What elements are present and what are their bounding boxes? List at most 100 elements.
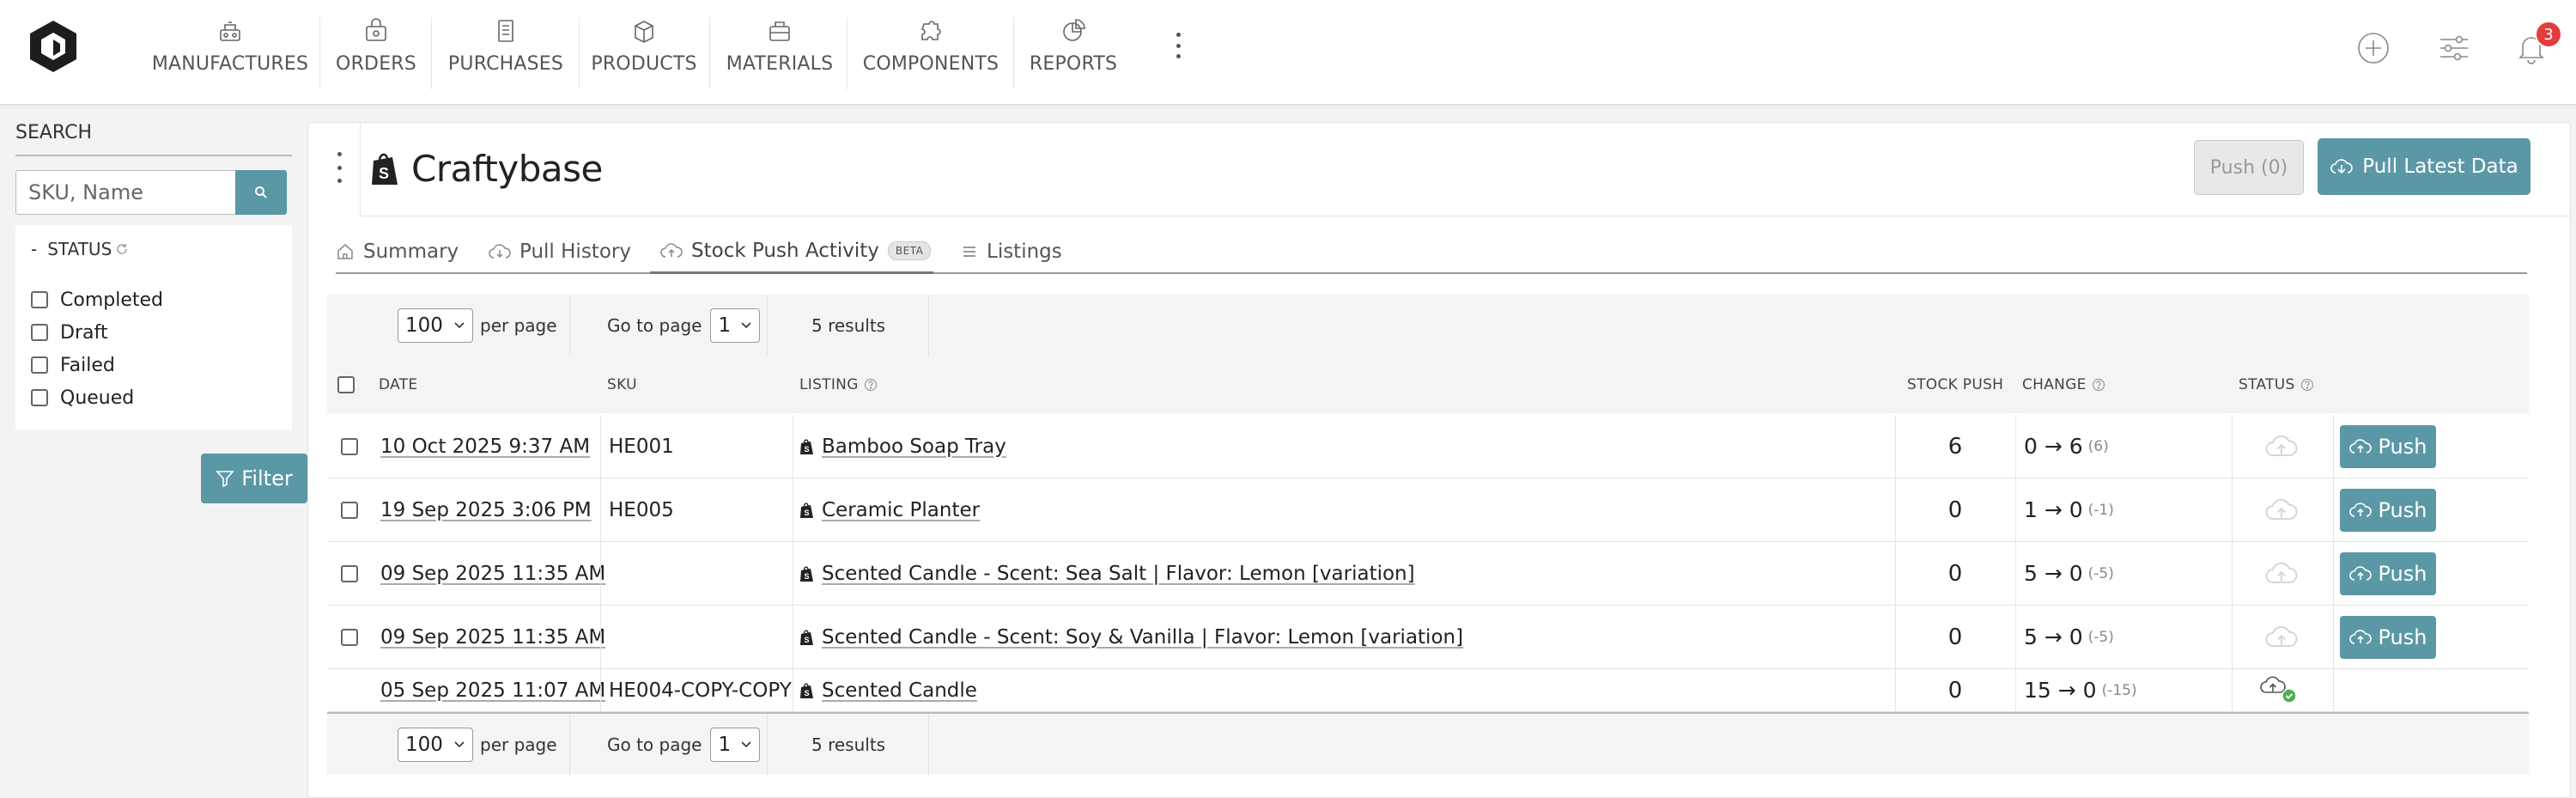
- push-label: Push: [2378, 498, 2427, 522]
- sku-cell: HE005: [609, 498, 674, 521]
- stock-push-cell: 6: [1947, 433, 1963, 460]
- nav-item-manufactures[interactable]: MANUFACTURES: [152, 17, 308, 86]
- row-checkbox[interactable]: [341, 564, 358, 582]
- column-separator: [2232, 542, 2233, 605]
- change-cell: 5 → 0 (-5): [2024, 606, 2114, 668]
- date-link[interactable]: 19 Sep 2025 3:06 PM: [380, 499, 592, 521]
- add-icon[interactable]: [2356, 31, 2391, 65]
- column-header-status[interactable]: STATUS: [2239, 356, 2314, 413]
- products-icon: [635, 21, 653, 43]
- push-label: Push: [2378, 562, 2427, 586]
- help-icon[interactable]: [2092, 378, 2105, 392]
- chevron-down-icon: [454, 741, 465, 748]
- column-header-date[interactable]: DATE: [379, 356, 417, 413]
- status-checkbox[interactable]: [31, 324, 48, 341]
- listing-link[interactable]: Scented Candle: [822, 679, 977, 702]
- column-header-stock-push[interactable]: STOCK PUSH: [1907, 356, 2003, 413]
- status-filter-header[interactable]: - STATUS: [31, 237, 276, 261]
- status-option-queued[interactable]: Queued: [31, 381, 276, 414]
- search-input[interactable]: [15, 170, 235, 215]
- goto-page-control: Go to page 1: [607, 295, 761, 356]
- settings-sliders-icon[interactable]: [2437, 31, 2471, 65]
- help-icon[interactable]: [864, 378, 878, 392]
- pager-separator: [767, 714, 768, 776]
- per-page-control: 100 per page: [398, 714, 557, 776]
- row-checkbox[interactable]: [341, 437, 358, 455]
- table-row: 19 Sep 2025 3:06 PM HE005 S Ceramic Planter…: [327, 478, 2529, 542]
- row-checkbox[interactable]: [341, 501, 358, 519]
- shopify-bag-icon: S: [800, 629, 813, 645]
- tab-stock-push-activity[interactable]: Stock Push Activity BETA: [650, 229, 933, 274]
- cloud-upload-icon: [2348, 439, 2372, 454]
- tab-listings[interactable]: Listings: [961, 229, 1081, 274]
- help-icon[interactable]: [2300, 378, 2314, 392]
- column-label: CHANGE: [2022, 376, 2087, 393]
- nav-label: MATERIALS: [726, 53, 834, 75]
- nav-label: PRODUCTS: [591, 53, 697, 75]
- manufactures-icon: [220, 21, 240, 41]
- more-nav-menu-icon[interactable]: [1170, 33, 1187, 58]
- nav-separator: [319, 17, 320, 89]
- nav-item-products[interactable]: PRODUCTS: [591, 17, 697, 86]
- nav-item-materials[interactable]: MATERIALS: [726, 17, 834, 86]
- status-options: Completed Draft Failed Queued: [31, 283, 276, 414]
- column-label: LISTING: [799, 376, 859, 393]
- listing-link[interactable]: Bamboo Soap Tray: [822, 436, 1006, 458]
- status-option-draft[interactable]: Draft: [31, 316, 276, 349]
- page-select[interactable]: 1: [710, 728, 761, 762]
- channel-name: Craftybase: [411, 147, 603, 190]
- listing-link[interactable]: Scented Candle - Scent: Soy & Vanilla | …: [822, 626, 1463, 649]
- notification-count-badge[interactable]: 3: [2535, 21, 2562, 48]
- date-cell: 10 Oct 2025 9:37 AM: [380, 415, 590, 478]
- date-link[interactable]: 10 Oct 2025 9:37 AM: [380, 436, 590, 458]
- column-header-sku[interactable]: SKU: [607, 356, 637, 413]
- row-push-button[interactable]: Push: [2340, 425, 2436, 468]
- nav-item-purchases[interactable]: PURCHASES: [448, 17, 563, 86]
- listing-link[interactable]: Scented Candle - Scent: Sea Salt | Flavo…: [822, 563, 1415, 585]
- pull-latest-data-button[interactable]: Pull Latest Data: [2318, 138, 2530, 195]
- pager-separator: [928, 295, 929, 356]
- row-push-button[interactable]: Push: [2340, 552, 2436, 595]
- page-select[interactable]: 1: [710, 308, 761, 343]
- tab-pull-history[interactable]: Pull History: [489, 229, 645, 274]
- nav-item-reports[interactable]: REPORTS: [1030, 17, 1117, 86]
- status-checkbox[interactable]: [31, 291, 48, 308]
- date-link[interactable]: 05 Sep 2025 11:07 AM: [380, 679, 605, 702]
- results-count: 5 results: [811, 315, 886, 336]
- panel-options-menu-icon[interactable]: [334, 152, 344, 183]
- status-collapse-toggle[interactable]: -: [31, 239, 37, 259]
- nav-item-orders[interactable]: ORDERS: [336, 17, 416, 86]
- change-cell: 5 → 0 (-5): [2024, 542, 2114, 605]
- search-button[interactable]: [235, 170, 287, 215]
- column-separator: [600, 478, 601, 541]
- filter-funnel-icon: [216, 471, 235, 488]
- select-all-checkbox[interactable]: [337, 376, 355, 393]
- column-header-listing[interactable]: LISTING: [799, 356, 878, 413]
- status-checkbox[interactable]: [31, 356, 48, 374]
- column-header-change[interactable]: CHANGE: [2022, 356, 2105, 413]
- status-option-completed[interactable]: Completed: [31, 283, 276, 316]
- filter-button[interactable]: Filter: [201, 454, 307, 503]
- results-count: 5 results: [811, 734, 886, 755]
- status-option-failed[interactable]: Failed: [31, 349, 276, 381]
- listing-link[interactable]: Ceramic Planter: [822, 499, 980, 521]
- nav-item-components[interactable]: COMPONENTS: [863, 17, 999, 86]
- pagination-bar-top: 100 per page Go to page 1 5 results: [327, 295, 2529, 356]
- column-separator: [2232, 606, 2233, 668]
- per-page-select[interactable]: 100: [398, 308, 473, 343]
- date-cell: 09 Sep 2025 11:35 AM: [380, 542, 605, 605]
- stock-push-cell: 0: [1947, 677, 1963, 704]
- push-all-button[interactable]: Push (0): [2194, 140, 2304, 195]
- list-icon: [963, 247, 975, 257]
- tab-summary[interactable]: Summary: [336, 229, 473, 274]
- status-checkbox[interactable]: [31, 389, 48, 406]
- reset-filter-icon[interactable]: [115, 242, 129, 256]
- row-checkbox[interactable]: [341, 628, 358, 646]
- per-page-select[interactable]: 100: [398, 728, 473, 762]
- date-link[interactable]: 09 Sep 2025 11:35 AM: [380, 626, 605, 649]
- row-push-button[interactable]: Push: [2340, 489, 2436, 532]
- chevron-down-icon: [741, 322, 752, 329]
- craftybase-logo-icon[interactable]: [27, 19, 79, 74]
- row-push-button[interactable]: Push: [2340, 616, 2436, 659]
- date-link[interactable]: 09 Sep 2025 11:35 AM: [380, 563, 605, 585]
